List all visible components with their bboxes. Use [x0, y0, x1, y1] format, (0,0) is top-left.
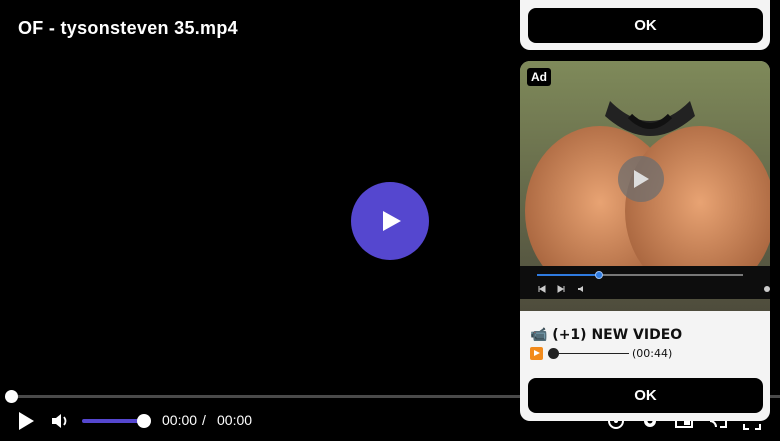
skip-forward-icon	[557, 285, 565, 293]
ad-headline: 📹 (+1) NEW VIDEO	[530, 327, 683, 343]
ad-badge: Ad	[527, 68, 551, 86]
skip-back-icon	[538, 285, 546, 293]
ad-card[interactable]: Ad 📹 (+1) NEW VIDEO (00:44) OK	[520, 61, 770, 421]
play-button[interactable]	[14, 409, 38, 433]
ad-fake-seek-handle	[595, 271, 603, 279]
ad-thumbnail[interactable]: Ad	[520, 61, 770, 311]
time-current: 00:00	[162, 412, 198, 428]
ad-fake-seek-fill	[537, 274, 599, 276]
progress-line	[559, 353, 629, 354]
ad-play-overlay[interactable]	[618, 156, 664, 202]
ad-panel-top: OK	[520, 0, 770, 50]
gear-icon	[764, 286, 770, 292]
volume-slider[interactable]	[82, 419, 144, 423]
ad-subline: (00:44)	[530, 347, 672, 360]
time-separator: /	[202, 412, 206, 428]
ok-button[interactable]: OK	[528, 8, 763, 43]
volume-button[interactable]	[50, 410, 72, 432]
play-icon	[634, 170, 649, 188]
video-title: OF - tysonsteven 35.mp4	[18, 18, 238, 38]
ad-fake-controls	[520, 266, 770, 299]
play-icon	[530, 347, 543, 360]
volume-icon	[578, 286, 583, 292]
play-icon	[19, 412, 34, 430]
volume-handle[interactable]	[137, 414, 151, 428]
progress-dot	[548, 348, 559, 359]
play-icon	[383, 211, 401, 231]
volume-icon	[52, 414, 67, 428]
big-play-button[interactable]	[351, 182, 429, 260]
ok-button[interactable]: OK	[528, 378, 763, 413]
time-total: 00:00	[217, 412, 253, 428]
ad-duration: (00:44)	[632, 347, 673, 360]
seek-handle[interactable]	[5, 390, 18, 403]
